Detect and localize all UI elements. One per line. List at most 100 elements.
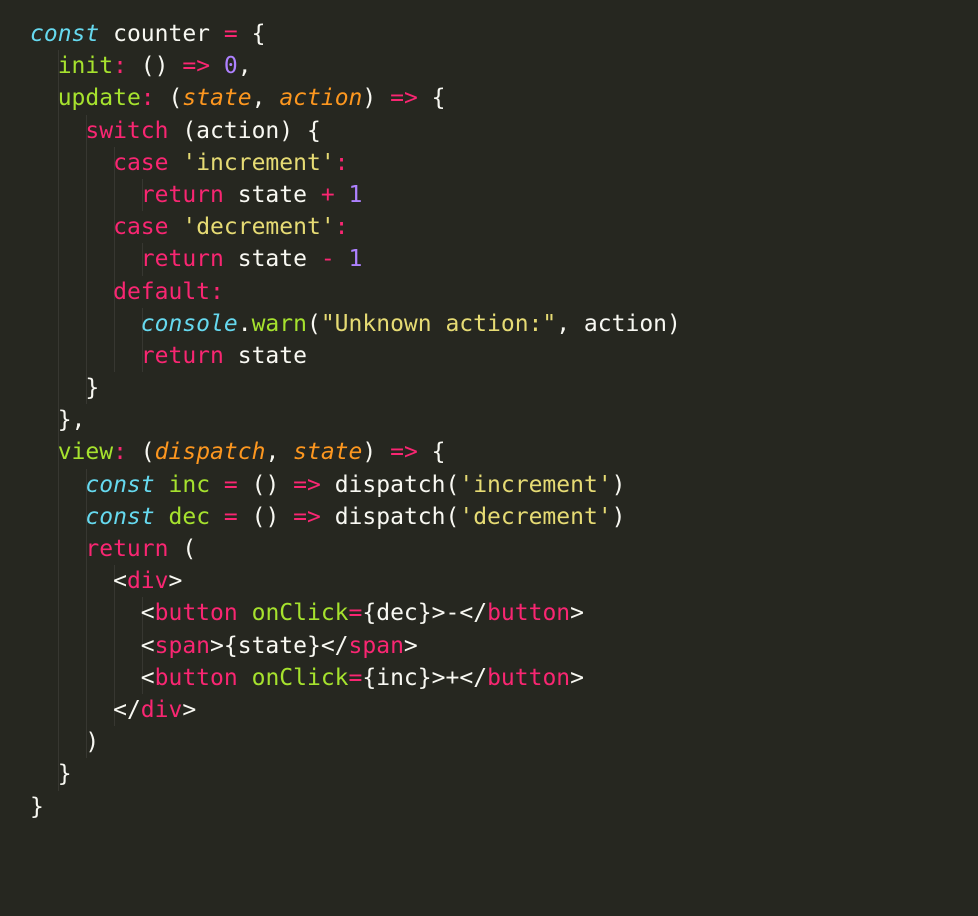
token-punc xyxy=(238,600,252,626)
code-line: case 'decrement': xyxy=(30,211,948,243)
token-punc xyxy=(210,472,224,498)
indent-guide xyxy=(86,501,87,533)
token-op: - xyxy=(321,246,335,272)
code-line: default: xyxy=(30,276,948,308)
indent-guide xyxy=(58,565,59,597)
token-punc: { xyxy=(418,85,446,111)
token-kw2: case xyxy=(113,214,168,240)
indent-guide xyxy=(58,404,59,436)
token-punc: () xyxy=(127,53,182,79)
indent-guide xyxy=(114,597,115,629)
token-op: : xyxy=(335,150,349,176)
token-punc: ( xyxy=(307,311,321,337)
token-param: dispatch xyxy=(155,439,266,465)
indent-guide xyxy=(58,82,59,114)
token-op: : xyxy=(335,214,349,240)
token-num: 1 xyxy=(349,246,363,272)
token-punc: , xyxy=(265,439,293,465)
token-tag: span xyxy=(155,633,210,659)
indent-guide xyxy=(142,630,143,662)
indent-guide xyxy=(142,179,143,211)
token-punc: - xyxy=(446,600,460,626)
token-tag: div xyxy=(141,697,183,723)
code-line: } xyxy=(30,758,948,790)
code-line: }, xyxy=(30,404,948,436)
token-punc: ( xyxy=(168,536,196,562)
token-tagp: </ xyxy=(321,633,349,659)
token-fn: inc xyxy=(169,472,211,498)
code-line: </div> xyxy=(30,694,948,726)
token-op: : xyxy=(210,279,224,305)
indent-guide xyxy=(114,243,115,275)
code-line: return state - 1 xyxy=(30,243,948,275)
indent-guide xyxy=(86,340,87,372)
token-punc: , xyxy=(238,53,252,79)
token-str: "Unknown action:" xyxy=(321,311,556,337)
token-tag: div xyxy=(127,568,169,594)
token-punc: }, xyxy=(58,407,86,433)
token-tagp: </ xyxy=(459,665,487,691)
token-op: : xyxy=(113,53,127,79)
token-attr: onClick xyxy=(252,600,349,626)
code-line: update: (state, action) => { xyxy=(30,82,948,114)
code-line: view: (dispatch, state) => { xyxy=(30,436,948,468)
token-punc: ) xyxy=(612,472,626,498)
indent-guide xyxy=(58,726,59,758)
code-line: return state xyxy=(30,340,948,372)
token-fn: dec xyxy=(169,504,211,530)
token-op: = xyxy=(224,21,238,47)
token-punc: {state} xyxy=(224,633,321,659)
token-op: => xyxy=(390,85,418,111)
token-punc xyxy=(155,472,169,498)
indent-guide xyxy=(58,179,59,211)
code-line: const counter = { xyxy=(30,18,948,50)
token-tag: button xyxy=(155,665,238,691)
token-punc: () xyxy=(238,472,293,498)
token-param: state xyxy=(182,85,251,111)
token-fn: update xyxy=(58,85,141,111)
token-punc: } xyxy=(58,761,72,787)
indent-guide xyxy=(86,630,87,662)
token-kw2: case xyxy=(113,150,168,176)
indent-guide xyxy=(58,662,59,694)
token-tagp: > xyxy=(182,697,196,723)
token-fn: view xyxy=(58,439,113,465)
indent-guide xyxy=(58,147,59,179)
code-line: console.warn("Unknown action:", action) xyxy=(30,308,948,340)
token-tagp: > xyxy=(404,633,418,659)
indent-guide xyxy=(114,308,115,340)
token-punc: + xyxy=(446,665,460,691)
indent-guide xyxy=(58,372,59,404)
indent-guide xyxy=(142,597,143,629)
code-line: ) xyxy=(30,726,948,758)
token-kw: const xyxy=(30,21,99,47)
token-obj: console xyxy=(141,311,238,337)
indent-guide xyxy=(86,694,87,726)
token-punc: {dec} xyxy=(362,600,431,626)
indent-guide xyxy=(86,308,87,340)
indent-guide xyxy=(86,211,87,243)
token-op: => xyxy=(390,439,418,465)
indent-guide xyxy=(58,501,59,533)
token-tagp: > xyxy=(570,665,584,691)
token-punc: } xyxy=(85,375,99,401)
token-tagp: > xyxy=(169,568,183,594)
indent-guide xyxy=(114,340,115,372)
indent-guide xyxy=(142,243,143,275)
token-str: 'increment' xyxy=(459,472,611,498)
code-block[interactable]: const counter = { init: () => 0, update:… xyxy=(30,18,948,823)
indent-guide xyxy=(58,308,59,340)
token-punc: ) xyxy=(362,439,390,465)
indent-guide xyxy=(114,694,115,726)
token-str: 'increment' xyxy=(182,150,334,176)
indent-guide xyxy=(58,758,59,790)
indent-guide xyxy=(114,147,115,179)
token-param: action xyxy=(279,85,362,111)
token-punc: . xyxy=(238,311,252,337)
token-punc: dispatch( xyxy=(321,504,459,530)
token-num: 1 xyxy=(349,182,363,208)
code-line: <span>{state}</span> xyxy=(30,630,948,662)
indent-guide xyxy=(86,276,87,308)
indent-guide xyxy=(58,533,59,565)
code-line: const dec = () => dispatch('decrement') xyxy=(30,501,948,533)
